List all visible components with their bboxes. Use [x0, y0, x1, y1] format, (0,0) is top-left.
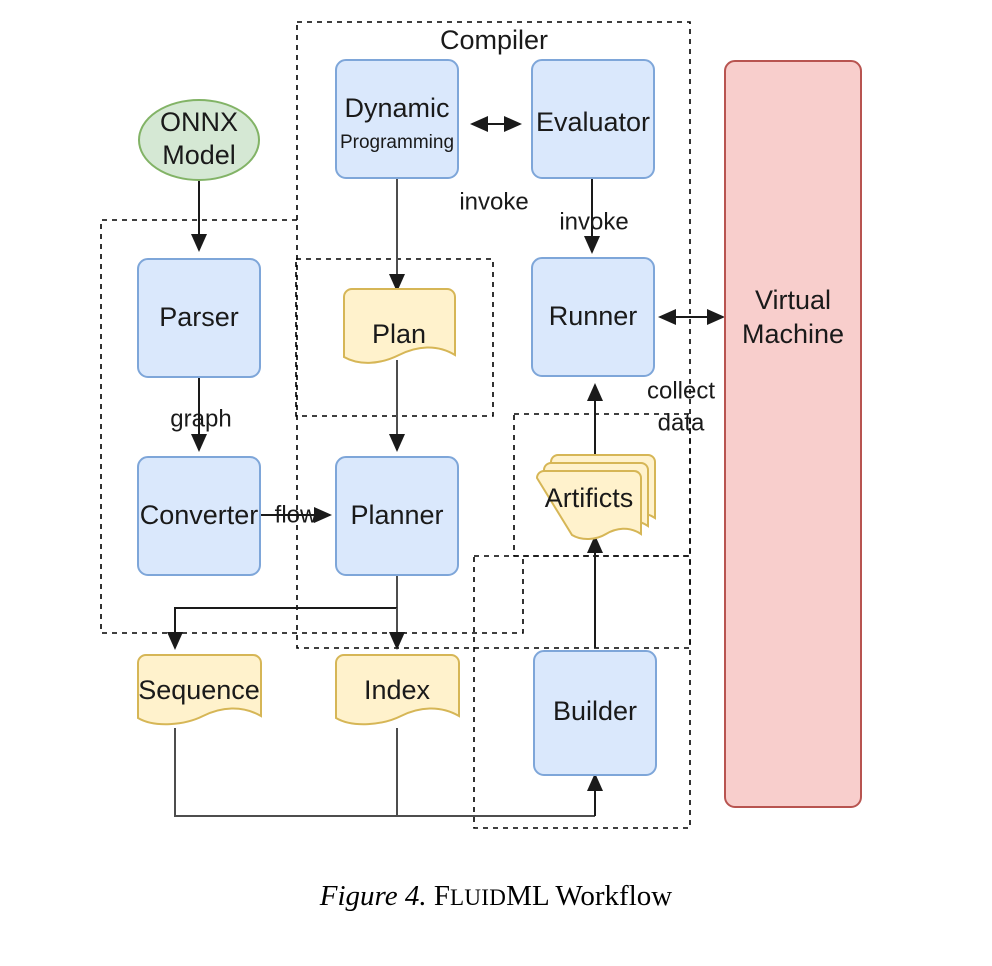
node-evaluator-label: Evaluator — [536, 107, 650, 137]
group-compiler-label: Compiler — [440, 25, 548, 55]
edge-label-flow: flow — [275, 501, 318, 528]
node-planner-label: Planner — [350, 500, 443, 530]
edge-label-collect-line1: collect — [647, 377, 715, 404]
figure-container: Compiler ONNX Model Dynamic Programming … — [0, 0, 992, 966]
node-dynamic-programming-label-line1: Dynamic — [344, 93, 449, 123]
node-virtual-machine-label-line1: Virtual — [755, 285, 831, 315]
edge-sequence-rail — [174, 728, 595, 817]
edge-label-invoke-dp-evaluator: invoke — [459, 188, 528, 215]
node-virtual-machine-label-line2: Machine — [742, 319, 844, 349]
node-plan[interactable]: Plan — [343, 288, 456, 364]
edge-planner-to-sequence — [167, 607, 397, 650]
node-plan-label: Plan — [372, 319, 426, 349]
node-artificts-label: Artificts — [545, 483, 634, 513]
node-runner[interactable]: Runner — [531, 257, 655, 377]
edge-label-graph: graph — [170, 405, 231, 432]
node-builder[interactable]: Builder — [533, 650, 657, 776]
node-builder-label: Builder — [553, 696, 637, 726]
node-planner[interactable]: Planner — [335, 456, 459, 576]
edge-label-invoke-evaluator-runner: invoke — [559, 208, 628, 235]
workflow-diagram: Compiler ONNX Model Dynamic Programming … — [100, 21, 862, 829]
figure-name-smallcaps: LUID — [450, 885, 507, 910]
figure-caption: Figure 4. FLUIDML Workflow — [0, 880, 992, 913]
node-sequence[interactable]: Sequence — [137, 654, 262, 726]
node-parser-label: Parser — [159, 302, 239, 332]
node-index-label: Index — [364, 675, 431, 705]
node-onnx-model[interactable]: ONNX Model — [138, 99, 260, 181]
node-dynamic-programming[interactable]: Dynamic Programming — [335, 59, 459, 179]
node-sequence-label: Sequence — [138, 675, 260, 705]
node-parser[interactable]: Parser — [137, 258, 261, 378]
node-dynamic-programming-label-line2: Programming — [340, 132, 454, 153]
figure-caption-suffix: Workflow — [548, 880, 673, 912]
node-evaluator[interactable]: Evaluator — [531, 59, 655, 179]
figure-number: Figure 4. — [319, 880, 427, 912]
figure-name-lead: F — [433, 880, 451, 912]
node-onnx-model-label-line1: ONNX — [160, 107, 238, 137]
node-runner-label: Runner — [549, 301, 638, 331]
node-artificts[interactable]: Artificts — [535, 454, 656, 540]
node-index[interactable]: Index — [335, 654, 460, 726]
node-onnx-model-label-line2: Model — [162, 140, 236, 170]
figure-name-tail: ML — [506, 880, 549, 912]
edge-label-collect-line2: data — [658, 409, 705, 436]
node-virtual-machine[interactable]: Virtual Machine — [724, 60, 862, 808]
node-converter[interactable]: Converter — [137, 456, 261, 576]
node-converter-label: Converter — [140, 500, 259, 530]
